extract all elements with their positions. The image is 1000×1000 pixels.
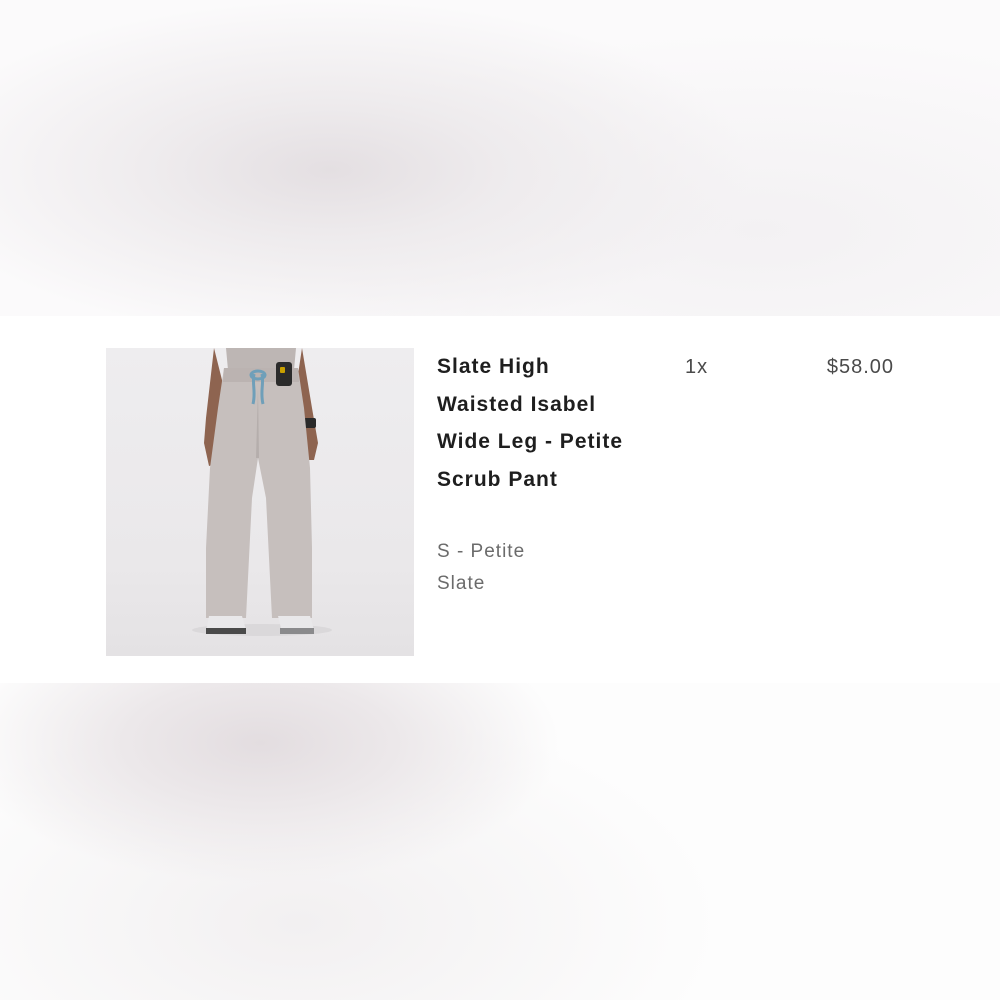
price-label: $58.00 [826, 356, 894, 378]
product-color: Slate [437, 573, 486, 594]
product-size: S - Petite [437, 541, 526, 562]
blurred-background-bottom [0, 683, 1000, 1000]
blurred-background-top [0, 0, 1000, 316]
quantity-label: 1x [685, 356, 709, 378]
product-image[interactable] [106, 348, 414, 656]
cart-item-row: Slate High Waisted Isabel Wide Leg - Pet… [0, 316, 1000, 683]
product-title[interactable]: Slate High Waisted Isabel Wide Leg - Pet… [437, 348, 637, 498]
